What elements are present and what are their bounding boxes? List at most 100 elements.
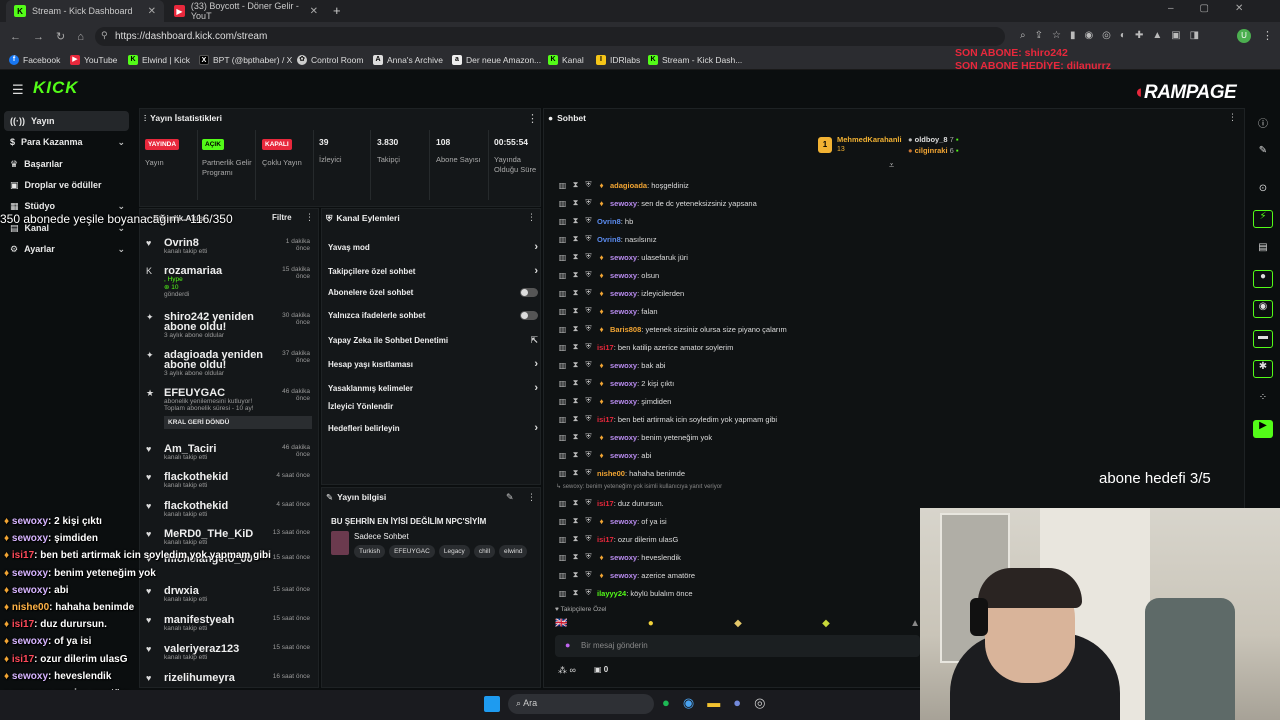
ban-icon[interactable]: ⛨ [584, 180, 593, 190]
ban-icon[interactable]: ⛨ [584, 306, 593, 316]
trash-icon[interactable]: ▥ [558, 379, 567, 388]
stats-menu-icon[interactable]: ⋮ [527, 112, 538, 125]
trash-icon[interactable]: ▥ [558, 415, 567, 424]
bookmark-control-room[interactable]: ✿ Control Room [297, 52, 363, 68]
trash-icon[interactable]: ▥ [558, 217, 567, 226]
ban-icon[interactable]: ⛨ [584, 216, 593, 226]
chat-username[interactable]: sewoxy [610, 397, 637, 406]
trash-icon[interactable]: ▥ [558, 553, 567, 562]
trash-icon[interactable]: ▥ [558, 361, 567, 370]
mic-icon[interactable]: ● [565, 640, 570, 650]
chat-username[interactable]: sewoxy [610, 199, 637, 208]
timeout-icon[interactable]: ⧗ [571, 570, 580, 580]
trash-icon[interactable]: ▥ [558, 289, 567, 298]
bookmark-amazon[interactable]: a Der neue Amazon... [452, 52, 541, 68]
chat-menu-icon[interactable]: ⋮ [1228, 112, 1237, 123]
ban-icon[interactable]: ⛨ [584, 396, 593, 406]
chat-username[interactable]: sewoxy [610, 433, 637, 442]
browser-tab-kick[interactable]: K Stream - Kick Dashboard ✕ [6, 0, 164, 22]
ban-icon[interactable]: ⛨ [584, 252, 593, 262]
ban-icon[interactable]: ⛨ [584, 450, 593, 460]
timeout-icon[interactable]: ⧗ [571, 180, 580, 190]
ban-icon[interactable]: ⛨ [584, 588, 593, 598]
timeout-icon[interactable]: ⧗ [571, 234, 580, 244]
trash-icon[interactable]: ▥ [558, 253, 567, 262]
bookmark-facebook[interactable]: f Facebook [9, 52, 60, 68]
trash-icon[interactable]: ▥ [558, 181, 567, 190]
timeout-icon[interactable]: ⧗ [571, 342, 580, 352]
chat-username[interactable]: sewoxy [610, 379, 637, 388]
chat-username[interactable]: sewoxy [610, 289, 637, 298]
close-tab-icon[interactable]: ✕ [148, 6, 156, 17]
bookmark-bpt[interactable]: X BPT (@bpthaber) / X [199, 52, 292, 68]
trash-icon[interactable]: ▥ [558, 433, 567, 442]
chat-username[interactable]: sewoxy [610, 451, 637, 460]
trash-icon[interactable]: ▥ [558, 397, 567, 406]
activity-name[interactable]: rizelihumeyra [164, 673, 269, 684]
document-icon[interactable]: ▤ [1253, 242, 1273, 260]
timeout-icon[interactable]: ⧗ [571, 396, 580, 406]
chat-username[interactable]: isi17 [597, 535, 614, 544]
share-icon[interactable]: ⁘ [1253, 392, 1273, 410]
site-info-icon[interactable]: ⚲ [101, 30, 108, 41]
clip-icon[interactable]: ▶ [1253, 420, 1273, 438]
emote-bar[interactable]: 🇬🇧 ● ◆ ◆ ▲ [555, 618, 920, 629]
viewer-tools[interactable]: ⁂ ∞ [558, 665, 576, 676]
timeout-icon[interactable]: ⧗ [571, 588, 580, 598]
bookmark-idrlabs[interactable]: I IDRlabs [596, 52, 640, 68]
chat-username[interactable]: sewoxy [610, 517, 637, 526]
ban-icon[interactable]: ⛨ [584, 324, 593, 334]
ban-icon[interactable]: ⛨ [584, 498, 593, 508]
browser-menu-icon[interactable]: ⋮ [1262, 29, 1273, 42]
timeout-icon[interactable]: ⧗ [571, 288, 580, 298]
browser-tab-youtube[interactable]: ▶ (33) Boycott - Döner Gelir - YouT ✕ [166, 0, 326, 22]
trash-icon[interactable]: ▥ [558, 199, 567, 208]
trash-icon[interactable]: ▥ [558, 451, 567, 460]
nav-buttons[interactable]: ←→↻⌂ [10, 30, 96, 43]
timeout-icon[interactable]: ⧗ [571, 360, 580, 370]
collapse-leaderboard-icon[interactable]: ⩡ [889, 160, 894, 171]
chat-username[interactable]: ilayyy24 [597, 589, 626, 598]
ban-icon[interactable]: ⛨ [584, 270, 593, 280]
taskbar-search[interactable]: ⌕ Ara [508, 694, 654, 714]
trash-icon[interactable]: ▥ [558, 325, 567, 334]
timeout-icon[interactable]: ⧗ [571, 534, 580, 544]
ban-icon[interactable]: ⛨ [584, 516, 593, 526]
ban-icon[interactable]: ⛨ [584, 534, 593, 544]
trash-icon[interactable]: ▥ [558, 235, 567, 244]
chat-username[interactable]: isi17 [597, 343, 614, 352]
leaderboard-third[interactable]: ● cilginraki 6 ▪ [908, 146, 959, 155]
broadcast-tool-icon[interactable]: ◉ [1253, 300, 1273, 318]
bookmark-kanal[interactable]: K Kanal [548, 52, 584, 68]
new-tab-icon[interactable]: + [333, 3, 341, 18]
timeout-icon[interactable]: ⧗ [571, 414, 580, 424]
trash-icon[interactable]: ▥ [558, 307, 567, 316]
ban-icon[interactable]: ⛨ [584, 468, 593, 478]
ban-icon[interactable]: ⛨ [584, 234, 593, 244]
timeout-icon[interactable]: ⧗ [571, 432, 580, 442]
timeout-icon[interactable]: ⧗ [571, 450, 580, 460]
ban-icon[interactable]: ⛨ [584, 414, 593, 424]
activity-name[interactable]: manifestyeah [164, 615, 269, 626]
sidebar-item-basarilar[interactable]: ♛ Başarılar [4, 154, 129, 174]
chat-username[interactable]: nishe00 [597, 469, 625, 478]
pencil-icon[interactable]: ✎ [1253, 145, 1273, 163]
chat-username[interactable]: sewoxy [610, 271, 637, 280]
chat-username[interactable]: sewoxy [610, 307, 637, 316]
timeout-icon[interactable]: ⧗ [571, 498, 580, 508]
bolt-icon[interactable]: ⚡ [1253, 210, 1273, 228]
timeout-icon[interactable]: ⧗ [571, 306, 580, 316]
trash-icon[interactable]: ▥ [558, 469, 567, 478]
chat-username[interactable]: sewoxy [610, 253, 637, 262]
focus-icon[interactable]: ⊙ [1253, 183, 1273, 201]
sidebar-item-yayin[interactable]: ((·)) Yayın [4, 111, 129, 131]
timeout-icon[interactable]: ⧗ [571, 252, 580, 262]
chat-username[interactable]: Ovrin8 [597, 235, 621, 244]
chat-toggle-icon[interactable]: ● [1253, 270, 1273, 288]
timeout-icon[interactable]: ⧗ [571, 216, 580, 226]
ban-icon[interactable]: ⛨ [584, 360, 593, 370]
chat-username[interactable]: Ovrin8 [597, 217, 621, 226]
timeout-icon[interactable]: ⧗ [571, 552, 580, 562]
ban-icon[interactable]: ⛨ [584, 552, 593, 562]
gift-count[interactable]: ▣ 0 [594, 665, 608, 674]
